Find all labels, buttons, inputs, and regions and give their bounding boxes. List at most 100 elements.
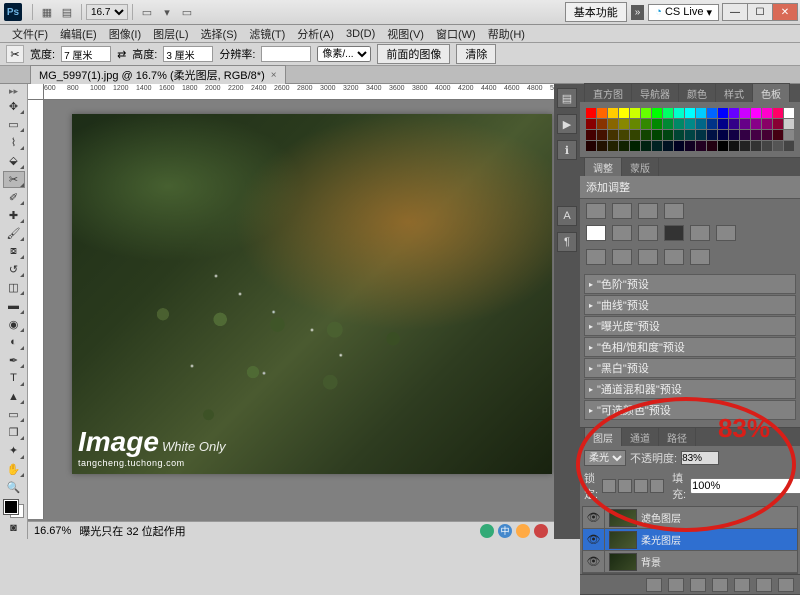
swatch[interactable] [729, 130, 739, 140]
swatch[interactable] [641, 141, 651, 151]
minibridge-icon[interactable]: ▤ [58, 3, 76, 21]
maximize-button[interactable]: ☐ [747, 3, 773, 21]
swatch[interactable] [773, 130, 783, 140]
quick-select-tool[interactable]: ⬙ [3, 152, 25, 169]
adj-vibrance-icon[interactable] [586, 225, 606, 241]
adj-exposure-icon[interactable] [664, 203, 684, 219]
menu-edit[interactable]: 编辑(E) [54, 26, 103, 42]
visibility-icon[interactable]: 👁 [583, 529, 605, 550]
swatch[interactable] [718, 130, 728, 140]
swatch[interactable] [652, 141, 662, 151]
swatch[interactable] [619, 141, 629, 151]
document-tab[interactable]: MG_5997(1).jpg @ 16.7% (柔光图层, RGB/8*) × [30, 65, 286, 84]
preset-levels[interactable]: ▸"色阶"预设 [584, 274, 796, 294]
dock-para-icon[interactable]: ¶ [557, 232, 577, 252]
swatch[interactable] [663, 119, 673, 129]
lasso-tool[interactable]: ⌇ [3, 134, 25, 151]
swatch[interactable] [597, 130, 607, 140]
adj-bw-icon[interactable] [664, 225, 684, 241]
swatch[interactable] [718, 119, 728, 129]
tab-histogram[interactable]: 直方图 [584, 83, 632, 102]
swatch[interactable] [762, 119, 772, 129]
preset-curves[interactable]: ▸"曲线"预设 [584, 295, 796, 315]
dock-info-icon[interactable]: ℹ [557, 140, 577, 160]
swatch[interactable] [773, 108, 783, 118]
swatch[interactable] [729, 119, 739, 129]
swatch[interactable] [784, 119, 794, 129]
preset-bw[interactable]: ▸"黑白"预设 [584, 358, 796, 378]
minimize-button[interactable]: — [722, 3, 748, 21]
document-canvas[interactable]: Image White Only tangcheng.tuchong.com [72, 114, 552, 474]
menu-window[interactable]: 窗口(W) [430, 26, 482, 42]
swatch[interactable] [773, 141, 783, 151]
close-button[interactable]: ✕ [772, 3, 798, 21]
menu-filter[interactable]: 滤镜(T) [243, 26, 291, 42]
swatch[interactable] [696, 108, 706, 118]
ruler-origin[interactable] [28, 84, 44, 100]
adj-photo-icon[interactable] [690, 225, 710, 241]
swatch[interactable] [597, 141, 607, 151]
menu-analysis[interactable]: 分析(A) [291, 26, 340, 42]
swatch[interactable] [762, 108, 772, 118]
swatch[interactable] [641, 119, 651, 129]
tab-adjustments[interactable]: 调整 [584, 157, 622, 176]
swatch[interactable] [751, 119, 761, 129]
link-layers-icon[interactable] [646, 578, 662, 592]
3d-tool[interactable]: ❒ [3, 424, 25, 441]
menu-help[interactable]: 帮助(H) [482, 26, 531, 42]
preset-hue[interactable]: ▸"色相/饱和度"预设 [584, 337, 796, 357]
resolution-input[interactable] [261, 46, 311, 62]
layer-item[interactable]: 👁滤色图层 [583, 507, 797, 529]
clear-button[interactable]: 清除 [456, 44, 496, 64]
healing-tool[interactable]: ✚ [3, 207, 25, 224]
group-icon[interactable] [734, 578, 750, 592]
swatch[interactable] [641, 108, 651, 118]
lock-trans-icon[interactable] [602, 479, 616, 493]
zoom-tool[interactable]: 🔍 [3, 479, 25, 496]
swatch[interactable] [784, 141, 794, 151]
swatch[interactable] [619, 119, 629, 129]
swatch[interactable] [586, 141, 596, 151]
swatch[interactable] [762, 141, 772, 151]
adj-mixer-icon[interactable] [716, 225, 736, 241]
visibility-icon[interactable]: 👁 [583, 507, 605, 528]
preset-selcolor[interactable]: ▸"可选颜色"预设 [584, 400, 796, 420]
layer-item[interactable]: 👁柔光图层 [583, 529, 797, 551]
tab-styles[interactable]: 样式 [715, 83, 753, 102]
swatch[interactable] [718, 141, 728, 151]
swatch[interactable] [630, 141, 640, 151]
tab-color[interactable]: 颜色 [678, 83, 716, 102]
preset-mixer[interactable]: ▸"通道混和器"预设 [584, 379, 796, 399]
visibility-icon[interactable]: 👁 [583, 551, 605, 572]
3d-camera-tool[interactable]: ✦ [3, 442, 25, 459]
swatch[interactable] [608, 119, 618, 129]
adj-balance-icon[interactable] [638, 225, 658, 241]
swatch[interactable] [685, 119, 695, 129]
swatch[interactable] [773, 119, 783, 129]
swatch[interactable] [751, 108, 761, 118]
swap-icon[interactable]: ⇄ [117, 48, 126, 61]
workspace-switcher-icon[interactable]: » [631, 5, 645, 20]
swatch[interactable] [586, 108, 596, 118]
adj-brightness-icon[interactable] [586, 203, 606, 219]
swatch[interactable] [652, 130, 662, 140]
swatch[interactable] [729, 141, 739, 151]
adj-gradmap-icon[interactable] [664, 249, 684, 265]
swatch[interactable] [663, 130, 673, 140]
tab-navigator[interactable]: 导航器 [631, 83, 679, 102]
bridge-icon[interactable]: ▦ [38, 3, 56, 21]
swatch[interactable] [674, 130, 684, 140]
adj-selcolor-icon[interactable] [690, 249, 710, 265]
shape-tool[interactable]: ▭ [3, 406, 25, 423]
dock-history-icon[interactable]: ▤ [557, 88, 577, 108]
swatch[interactable] [674, 141, 684, 151]
preset-exposure[interactable]: ▸"曝光度"预设 [584, 316, 796, 336]
swatch[interactable] [597, 119, 607, 129]
ruler-horizontal[interactable]: 6008001000120014001600180020002200240026… [44, 84, 554, 100]
screen-mode-icon[interactable]: ▭ [178, 3, 196, 21]
lock-all-icon[interactable] [650, 479, 664, 493]
swatch[interactable] [619, 108, 629, 118]
type-tool[interactable]: T [3, 370, 25, 387]
cslive-button[interactable]: ◔CS Live ▾ [648, 4, 719, 21]
swatch[interactable] [663, 141, 673, 151]
